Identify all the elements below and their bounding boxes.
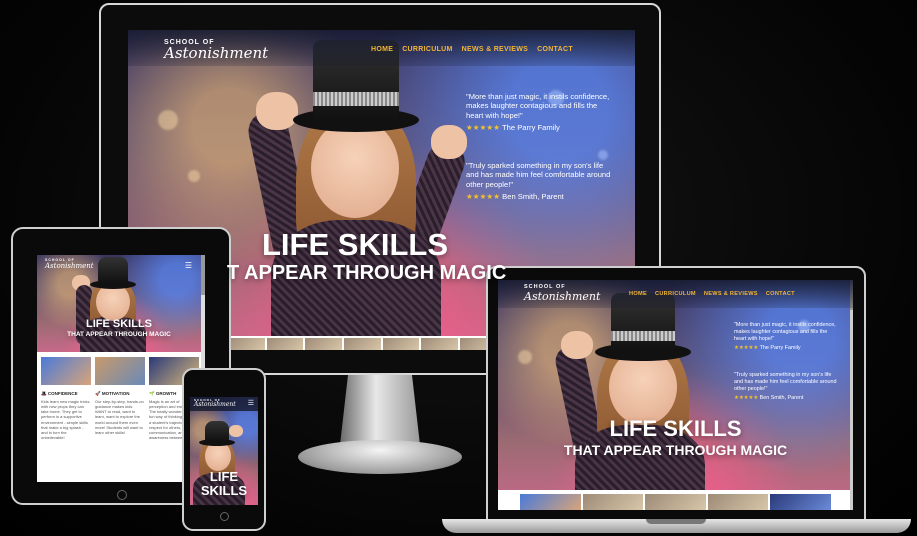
- nav-news-reviews[interactable]: NEWS & REVIEWS: [704, 291, 758, 297]
- laptop-hinge-notch: [646, 519, 706, 524]
- feature-confidence: 🎩 CONFIDENCE Kids learn new magic tricks…: [41, 391, 90, 441]
- laptop-screen: SCHOOL OF Astonishment HOME CURRICULUM N…: [498, 280, 853, 510]
- nav-contact[interactable]: CONTACT: [537, 46, 573, 53]
- sprout-icon: 🌱: [149, 391, 155, 396]
- hero-headline: LIFE: [209, 469, 239, 484]
- hero-headline: LIFE SKILLS: [262, 227, 448, 262]
- main-nav: HOME CURRICULUM NEWS & REVIEWS CONTACT: [371, 46, 573, 53]
- testimonial-1: "More than just magic, it instils confid…: [466, 92, 610, 133]
- testimonial-1: "More than just magic, it instils confid…: [734, 322, 836, 352]
- top-hat-icon: 🎩: [41, 391, 47, 396]
- phone-home-button[interactable]: [220, 512, 229, 521]
- feature-image-2: [95, 357, 145, 385]
- hero-subheadline: T APPEAR THROUGH MAGIC: [227, 262, 507, 284]
- rating-stars: ★★★★★: [734, 345, 759, 352]
- rocket-icon: 🚀: [95, 391, 101, 396]
- nav-news-reviews[interactable]: NEWS & REVIEWS: [462, 46, 528, 53]
- feature-image-1: [41, 357, 91, 385]
- rating-stars: ★★★★★: [466, 123, 501, 133]
- monitor-stand-base: [298, 440, 462, 474]
- nav-home[interactable]: HOME: [629, 291, 647, 297]
- hamburger-icon[interactable]: ☰: [248, 399, 254, 407]
- nav-curriculum[interactable]: CURRICULUM: [655, 291, 696, 297]
- site-header: SCHOOL OF Astonishment HOME CURRICULUM N…: [128, 30, 635, 66]
- gallery-strip: [498, 490, 853, 510]
- site-logo[interactable]: SCHOOL OF Astonishment: [164, 39, 268, 61]
- tablet-screen: SCHOOL OF Astonishment ☰ LIFE SKILLS THA…: [37, 255, 205, 482]
- nav-curriculum[interactable]: CURRICULUM: [402, 46, 452, 53]
- main-nav: HOME CURRICULUM NEWS & REVIEWS CONTACT: [629, 291, 795, 297]
- hero-subheadline: THAT APPEAR THROUGH MAGIC: [67, 331, 171, 338]
- hero-headline: LIFE SKILLS: [86, 318, 152, 330]
- hero-subheadline: THAT APPEAR THROUGH MAGIC: [563, 442, 788, 458]
- rating-stars: ★★★★★: [466, 192, 501, 202]
- laptop-device: SCHOOL OF Astonishment HOME CURRICULUM N…: [486, 266, 866, 521]
- hamburger-icon[interactable]: ☰: [185, 261, 192, 270]
- nav-home[interactable]: HOME: [371, 46, 393, 53]
- hero-girl-figure: [201, 30, 501, 350]
- phone-device: SCHOOL OF Astonishment ☰ LIFE SKILLS: [182, 368, 266, 531]
- tablet-home-button[interactable]: [117, 490, 127, 500]
- site-logo[interactable]: SCHOOL OF Astonishment: [45, 258, 94, 270]
- testimonial-2: "Truly sparked something in my son's lif…: [466, 161, 611, 202]
- hero-headline: LIFE SKILLS: [609, 416, 742, 441]
- rating-stars: ★★★★★: [734, 395, 759, 402]
- feature-motivation: 🚀 MOTIVATION Our step-by-step, hands-on …: [95, 391, 144, 435]
- testimonial-2: "Truly sparked something in my son's lif…: [734, 372, 837, 402]
- scrollbar[interactable]: [850, 280, 853, 510]
- site-logo[interactable]: SCHOOL OF Astonishment: [194, 399, 236, 408]
- site-logo[interactable]: SCHOOL OF Astonishment: [524, 284, 600, 301]
- monitor-stand-neck: [340, 375, 420, 445]
- hero-headline-line2: SKILLS: [200, 483, 248, 498]
- responsive-mockup: SCHOOL OF Astonishment HOME CURRICULUM N…: [0, 0, 917, 536]
- site-header: SCHOOL OF Astonishment HOME CURRICULUM N…: [498, 280, 853, 308]
- phone-screen: SCHOOL OF Astonishment ☰ LIFE SKILLS: [190, 397, 258, 505]
- nav-contact[interactable]: CONTACT: [766, 291, 795, 297]
